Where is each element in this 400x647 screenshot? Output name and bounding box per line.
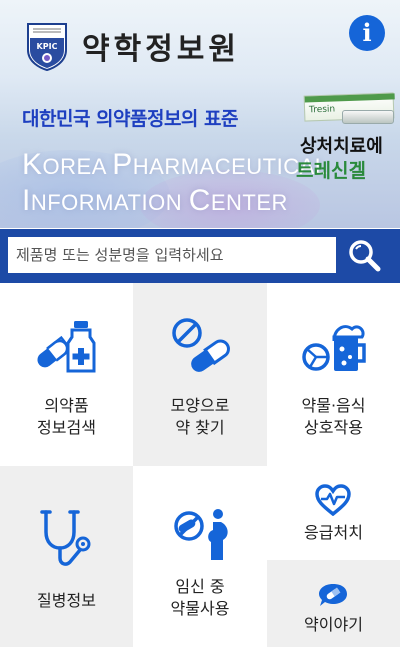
- heartbeat-icon: [315, 484, 351, 516]
- menu-label: 약이야기: [304, 615, 363, 634]
- menu-label: 정보검색: [37, 418, 96, 437]
- menu-label: 약물사용: [170, 599, 230, 618]
- menu-first-aid[interactable]: 응급처치: [267, 466, 400, 560]
- slogan-text: 대한민국 의약품정보의 표준: [22, 108, 239, 130]
- ad-product-tube: [342, 110, 394, 124]
- menu-interaction[interactable]: 약물·음식 상호작용: [267, 283, 400, 466]
- logo-text: KPIC: [37, 42, 58, 51]
- food-drink-icon: [302, 325, 366, 371]
- menu-label: 상호작용: [304, 418, 363, 437]
- search-input[interactable]: [8, 237, 336, 273]
- menu-pregnancy[interactable]: 임신 중 약물사용: [133, 466, 267, 647]
- header-banner: KPIC 약학정보원 i 대한민국 의약품정보의 표준 KOREA PHARMA…: [0, 0, 400, 228]
- stethoscope-icon: [40, 510, 91, 566]
- menu-drug-stories[interactable]: 약이야기: [267, 560, 400, 647]
- menu-label: 모양으로: [170, 396, 230, 415]
- pill-bubble-icon: [319, 584, 347, 606]
- english-org-name: KOREA PHARMACEUTICAL INFORMATION CENTER: [22, 148, 328, 217]
- menu-shape-search[interactable]: 모양으로 약 찾기: [133, 283, 267, 466]
- info-icon[interactable]: i: [349, 15, 385, 51]
- menu-label: 의약품: [44, 396, 89, 415]
- pill-shapes-icon: [172, 318, 230, 372]
- menu-disease-info[interactable]: 질병정보: [0, 466, 133, 647]
- menu-label: 응급처치: [304, 523, 363, 542]
- menu-drug-search[interactable]: 의약품 정보검색: [0, 283, 133, 466]
- pills-bottle-icon: [37, 321, 96, 373]
- search-bar: [0, 229, 400, 283]
- menu-label: 임신 중: [175, 577, 225, 596]
- menu-label: 질병정보: [37, 591, 96, 610]
- menu-label: 약물·음식: [301, 396, 366, 415]
- menu-label: 약 찾기: [175, 418, 225, 437]
- app-title: 약학정보원: [82, 32, 240, 67]
- ad-headline[interactable]: 상처치료에: [300, 132, 383, 158]
- ad-product-name[interactable]: 트레신겔: [296, 156, 366, 183]
- kpic-logo: KPIC: [27, 23, 67, 72]
- search-icon[interactable]: [343, 235, 385, 277]
- pregnancy-icon: [174, 509, 228, 560]
